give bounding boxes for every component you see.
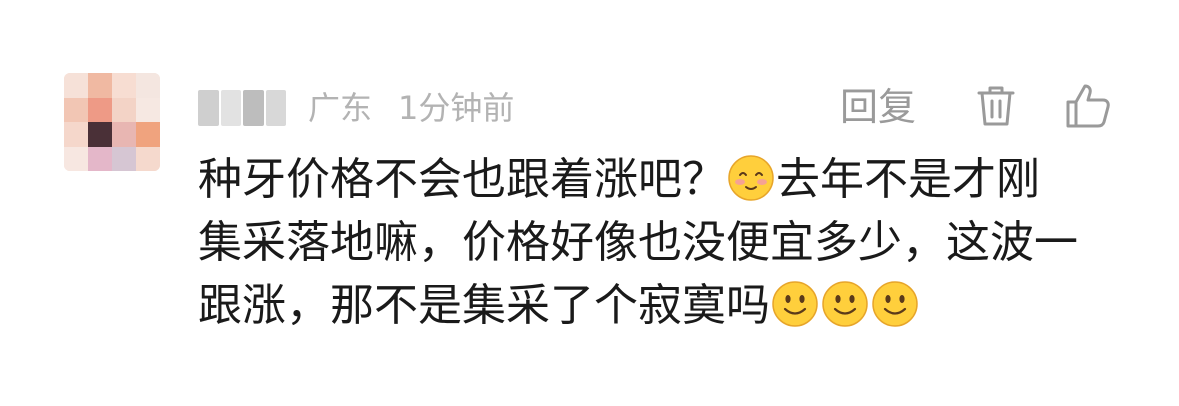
comment-text-segment: 种牙价格不会也跟着涨吧？ bbox=[198, 154, 726, 205]
comment-line: 种牙价格不会也跟着涨吧？ 去年不是才刚 bbox=[198, 148, 1128, 211]
slightly-smiling-face-icon bbox=[821, 280, 869, 328]
slightly-smiling-face-icon bbox=[871, 280, 919, 328]
comment-text-segment: 跟涨，那不是集采了个寂寞吗 bbox=[198, 280, 770, 331]
comment-text-segment: 去年不是才刚 bbox=[776, 154, 1040, 205]
reply-button[interactable]: 回复 bbox=[840, 84, 916, 130]
comment-line: 集采落地嘛，价格好像也没便宜多少，这波一 bbox=[198, 211, 1128, 274]
username-blurred[interactable] bbox=[198, 90, 286, 126]
delete-button[interactable] bbox=[970, 80, 1022, 132]
avatar[interactable] bbox=[64, 73, 160, 171]
timestamp: 1分钟前 bbox=[398, 89, 515, 127]
smiling-face-with-blush-icon bbox=[727, 154, 775, 202]
comment-item: 广东 1分钟前 回复 种牙价格不会也跟着涨吧？ 去年不是才刚 集采落地嘛，价格好… bbox=[0, 0, 1179, 406]
like-button[interactable] bbox=[1062, 80, 1114, 132]
trash-icon bbox=[977, 86, 1015, 126]
location-label: 广东 bbox=[308, 89, 373, 127]
comment-line: 跟涨，那不是集采了个寂寞吗 bbox=[198, 274, 1128, 337]
slightly-smiling-face-icon bbox=[771, 280, 819, 328]
comment-text: 种牙价格不会也跟着涨吧？ 去年不是才刚 集采落地嘛，价格好像也没便宜多少，这波一… bbox=[198, 148, 1128, 337]
thumbs-up-icon bbox=[1066, 84, 1110, 128]
comment-text-segment: 集采落地嘛，价格好像也没便宜多少，这波一 bbox=[198, 217, 1078, 268]
